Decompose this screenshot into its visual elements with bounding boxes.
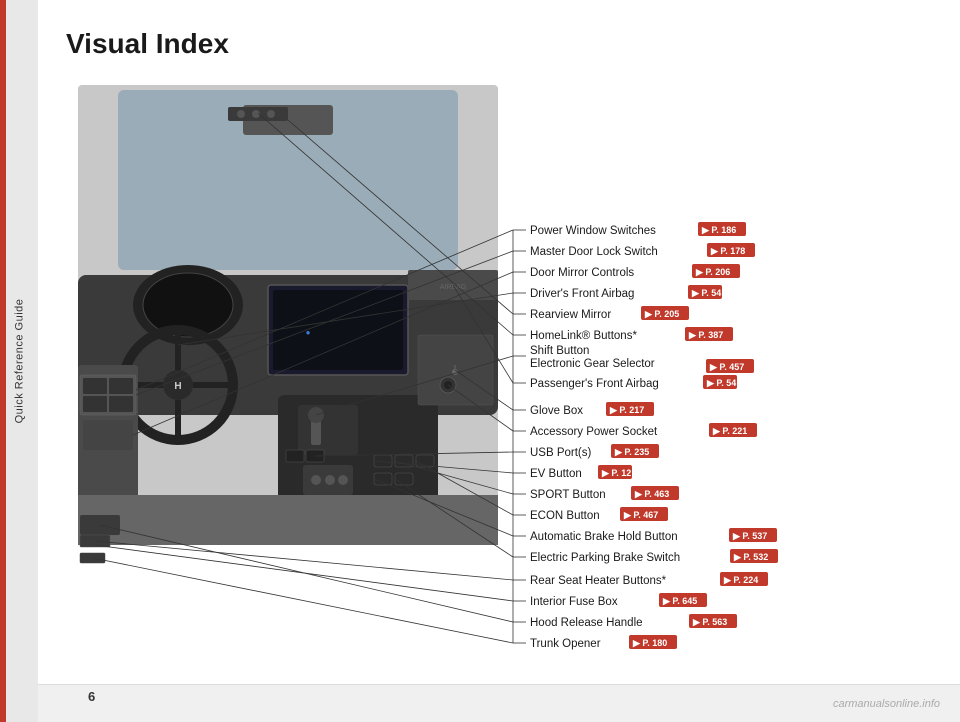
page-number: 6 bbox=[88, 689, 95, 704]
bottom-bar: 6 bbox=[38, 684, 960, 722]
label-accessory-power-socket: Accessory Power Socket bbox=[530, 426, 658, 438]
label-automatic-brake-hold: Automatic Brake Hold Button bbox=[530, 531, 678, 543]
svg-text:▶ P. 537: ▶ P. 537 bbox=[732, 531, 767, 541]
svg-text:▶ P. 563: ▶ P. 563 bbox=[692, 617, 727, 627]
main-content: Visual Index ● bbox=[38, 0, 960, 722]
svg-text:H: H bbox=[174, 381, 181, 392]
label-hood-release-handle: Hood Release Handle bbox=[530, 617, 643, 629]
svg-text:▶ P. 224: ▶ P. 224 bbox=[723, 575, 758, 585]
svg-text:▶ P. 235: ▶ P. 235 bbox=[614, 447, 649, 457]
page-title: Visual Index bbox=[66, 28, 229, 60]
svg-text:▶ P. 178: ▶ P. 178 bbox=[710, 246, 745, 256]
watermark: carmanualsonline.info bbox=[833, 698, 940, 710]
svg-text:▶ P. 54: ▶ P. 54 bbox=[706, 378, 736, 388]
label-homelink-buttons: HomeLink® Buttons* bbox=[530, 330, 637, 342]
svg-text:▶ P. 217: ▶ P. 217 bbox=[609, 405, 644, 415]
svg-text:▶ P. 457: ▶ P. 457 bbox=[709, 362, 744, 372]
svg-text:▶ P. 645: ▶ P. 645 bbox=[662, 596, 697, 606]
svg-text:▶ P. 12: ▶ P. 12 bbox=[601, 468, 631, 478]
label-door-mirror-controls: Door Mirror Controls bbox=[530, 267, 634, 279]
label-shift-button: Shift Button bbox=[530, 345, 589, 357]
label-rear-seat-heater: Rear Seat Heater Buttons* bbox=[530, 575, 667, 587]
label-passengers-front-airbag: Passenger's Front Airbag bbox=[530, 378, 659, 390]
label-electronic-gear-selector: Electronic Gear Selector bbox=[530, 358, 655, 370]
svg-text:▶ P. 463: ▶ P. 463 bbox=[634, 489, 669, 499]
sidebar-accent-bar bbox=[0, 0, 6, 722]
label-econ-button: ECON Button bbox=[530, 510, 600, 522]
label-master-door-lock: Master Door Lock Switch bbox=[530, 246, 658, 258]
label-interior-fuse-box: Interior Fuse Box bbox=[530, 596, 618, 608]
svg-text:▶ P. 387: ▶ P. 387 bbox=[688, 330, 723, 340]
car-interior-image: ● H bbox=[78, 85, 498, 563]
svg-text:▶ P. 186: ▶ P. 186 bbox=[701, 225, 736, 235]
label-trunk-opener: Trunk Opener bbox=[530, 638, 601, 650]
svg-text:▶ P. 467: ▶ P. 467 bbox=[623, 510, 658, 520]
label-drivers-front-airbag: Driver's Front Airbag bbox=[530, 288, 634, 300]
label-usb-ports: USB Port(s) bbox=[530, 447, 592, 459]
visual-index-diagram: ● H bbox=[58, 75, 958, 665]
sidebar: Quick Reference Guide bbox=[0, 0, 38, 722]
label-rearview-mirror: Rearview Mirror bbox=[530, 309, 611, 321]
svg-text:▶ P. 532: ▶ P. 532 bbox=[733, 552, 768, 562]
label-ev-button: EV Button bbox=[530, 468, 582, 480]
svg-text:▶ P. 206: ▶ P. 206 bbox=[695, 267, 730, 277]
label-sport-button: SPORT Button bbox=[530, 489, 606, 501]
svg-text:▶ P. 180: ▶ P. 180 bbox=[632, 638, 667, 648]
svg-text:▶ P. 221: ▶ P. 221 bbox=[712, 426, 747, 436]
label-electric-parking-brake: Electric Parking Brake Switch bbox=[530, 552, 680, 564]
svg-text:▶ P. 54: ▶ P. 54 bbox=[691, 288, 721, 298]
label-power-window-switches: Power Window Switches bbox=[530, 225, 656, 237]
sidebar-label: Quick Reference Guide bbox=[13, 299, 25, 424]
svg-text:▶ P. 205: ▶ P. 205 bbox=[644, 309, 679, 319]
label-glove-box: Glove Box bbox=[530, 405, 583, 417]
